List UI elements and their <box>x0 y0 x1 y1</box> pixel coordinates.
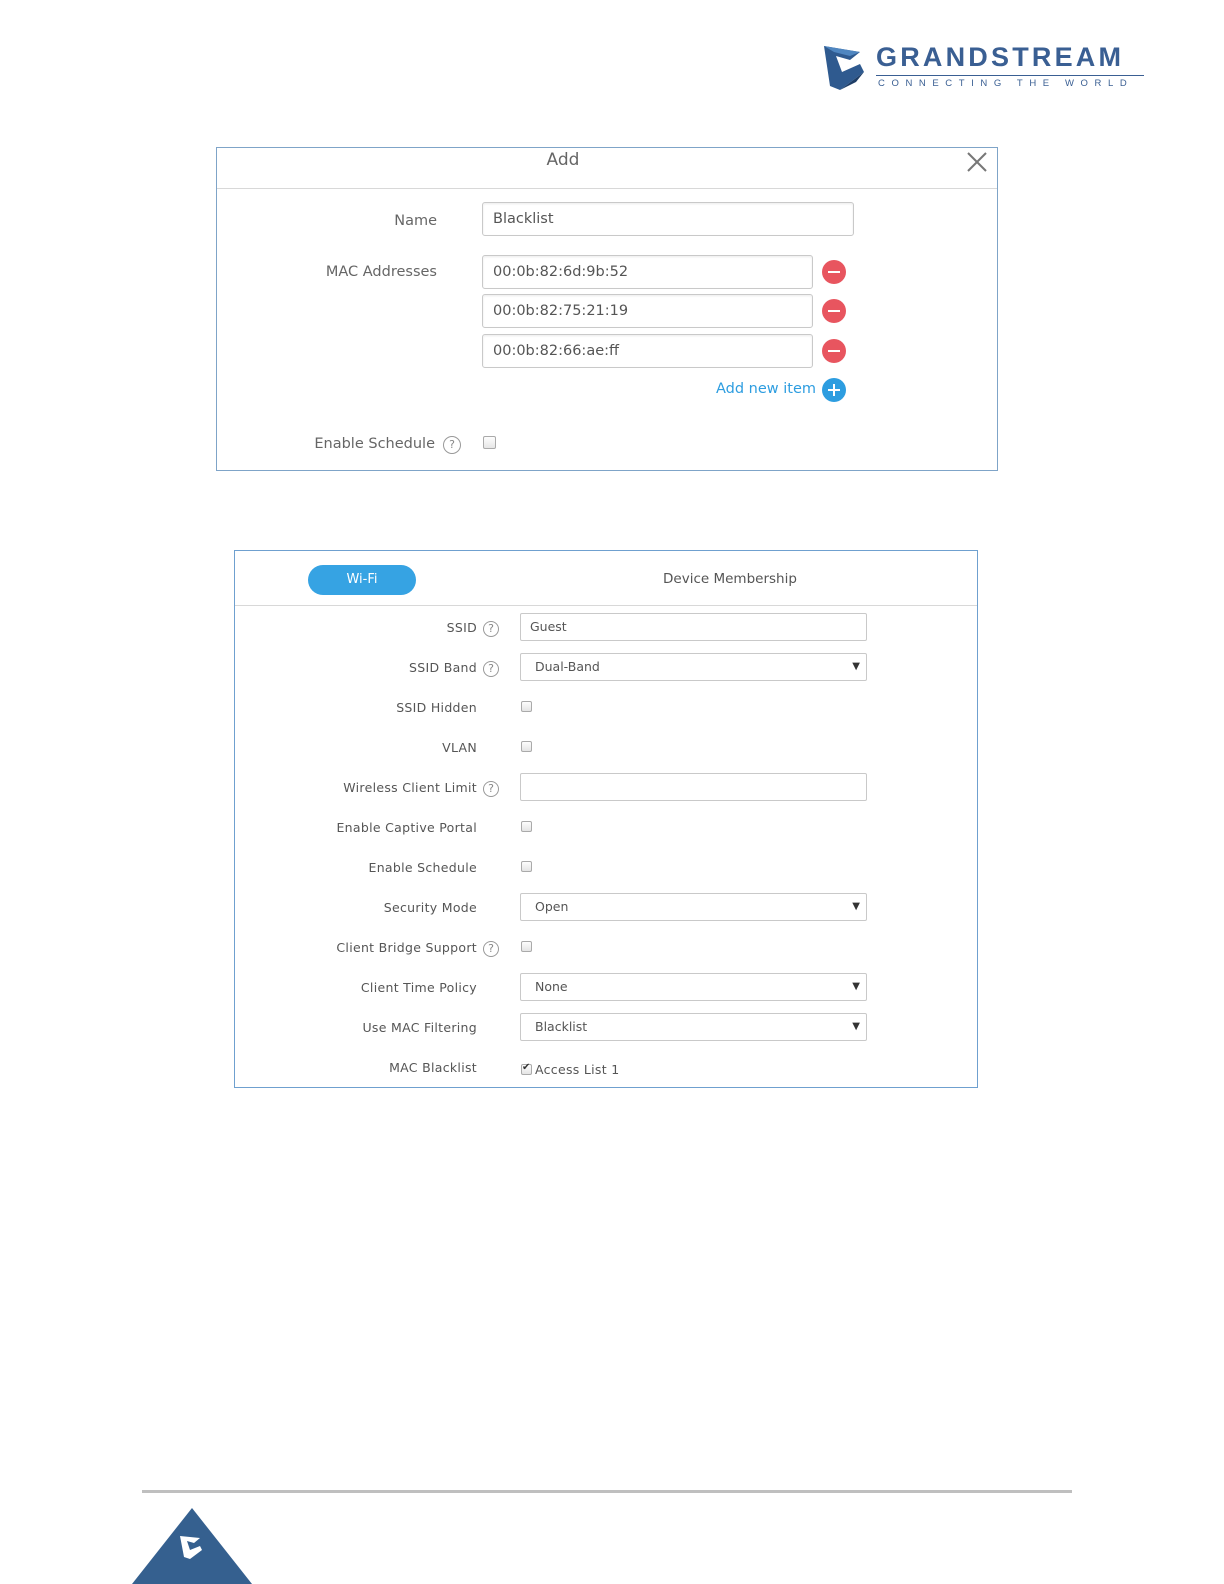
chevron-down-icon: ▼ <box>852 981 860 992</box>
help-icon[interactable]: ? <box>443 436 461 454</box>
ssid-band-label: SSID Band <box>409 660 477 675</box>
help-icon[interactable]: ? <box>483 941 499 957</box>
mac-address-input[interactable]: 00:0b:82:75:21:19 <box>482 294 813 328</box>
name-input[interactable]: Blacklist <box>482 202 854 236</box>
mac-address-input[interactable]: 00:0b:82:66:ae:ff <box>482 334 813 368</box>
access-list-label: Access List 1 <box>535 1062 620 1077</box>
panel-tabs: Wi-Fi Device Membership <box>235 551 977 606</box>
brand-tagline: CONNECTING THE WORLD <box>878 78 1134 89</box>
enable-schedule-label: Enable Schedule <box>368 860 477 875</box>
grandstream-logo: GRANDSTREAM CONNECTING THE WORLD <box>820 42 1150 94</box>
ssid-band-value: Dual-Band <box>535 659 600 674</box>
ssid-hidden-checkbox[interactable] <box>521 701 532 712</box>
wireless-client-limit-label: Wireless Client Limit <box>343 780 477 795</box>
brand-divider <box>876 75 1144 76</box>
add-item-icon[interactable] <box>822 378 846 402</box>
enable-captive-portal-checkbox[interactable] <box>521 821 532 832</box>
chevron-down-icon: ▼ <box>852 661 860 672</box>
dialog-header: Add <box>217 148 997 189</box>
mac-addresses-label: MAC Addresses <box>325 264 437 280</box>
use-mac-filtering-label: Use MAC Filtering <box>362 1020 477 1035</box>
chevron-down-icon: ▼ <box>852 1021 860 1032</box>
mac-address-input[interactable]: 00:0b:82:6d:9b:52 <box>482 255 813 289</box>
tab-wifi[interactable]: Wi-Fi <box>308 565 416 595</box>
enable-schedule-checkbox[interactable] <box>483 436 496 449</box>
client-time-policy-value: None <box>535 979 568 994</box>
security-mode-value: Open <box>535 899 569 914</box>
use-mac-filtering-value: Blacklist <box>535 1019 588 1034</box>
enable-captive-portal-label: Enable Captive Portal <box>336 820 477 835</box>
remove-mac-icon[interactable] <box>822 339 846 363</box>
ssid-label: SSID <box>446 620 477 635</box>
security-mode-label: Security Mode <box>383 900 477 915</box>
client-time-policy-select[interactable]: None ▼ <box>520 973 867 1001</box>
name-label: Name <box>394 213 437 229</box>
ssid-input[interactable]: Guest <box>520 613 867 641</box>
remove-mac-icon[interactable] <box>822 260 846 284</box>
wifi-settings-panel: Wi-Fi Device Membership SSID ? Guest SSI… <box>234 550 978 1088</box>
client-bridge-support-label: Client Bridge Support <box>336 940 477 955</box>
wireless-client-limit-input[interactable] <box>520 773 867 801</box>
brand-name: GRANDSTREAM <box>876 42 1125 72</box>
security-mode-select[interactable]: Open ▼ <box>520 893 867 921</box>
vlan-label: VLAN <box>442 740 477 755</box>
footer-divider <box>142 1490 1072 1493</box>
access-list-checkbox[interactable] <box>521 1062 532 1075</box>
grandstream-logo-mark-icon <box>824 46 864 90</box>
chevron-down-icon: ▼ <box>852 901 860 912</box>
tab-device-membership[interactable]: Device Membership <box>663 571 797 587</box>
help-icon[interactable]: ? <box>483 781 499 797</box>
client-bridge-support-checkbox[interactable] <box>521 941 532 952</box>
help-icon[interactable]: ? <box>483 621 499 637</box>
vlan-checkbox[interactable] <box>521 741 532 752</box>
enable-schedule-label: Enable Schedule <box>314 436 435 452</box>
add-dialog: Add Name Blacklist MAC Addresses 00:0b:8… <box>216 147 998 471</box>
client-time-policy-label: Client Time Policy <box>360 980 477 995</box>
remove-mac-icon[interactable] <box>822 299 846 323</box>
add-new-item-link[interactable]: Add new item <box>716 381 816 397</box>
close-icon[interactable] <box>965 150 989 174</box>
dialog-title: Add <box>546 150 580 170</box>
ssid-band-select[interactable]: Dual-Band ▼ <box>520 653 867 681</box>
help-icon[interactable]: ? <box>483 661 499 677</box>
use-mac-filtering-select[interactable]: Blacklist ▼ <box>520 1013 867 1041</box>
footer-logo-icon <box>132 1508 252 1584</box>
mac-blacklist-label: MAC Blacklist <box>389 1060 477 1075</box>
ssid-hidden-label: SSID Hidden <box>396 700 477 715</box>
enable-schedule-checkbox[interactable] <box>521 861 532 872</box>
